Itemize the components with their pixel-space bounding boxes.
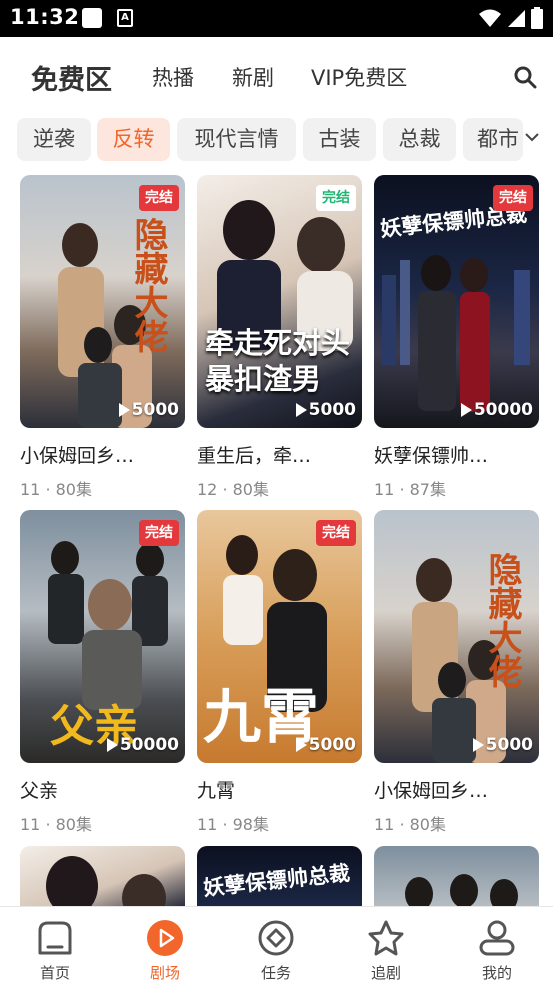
nav-tasks[interactable]: 任务 [221,907,331,984]
drama-meta: 11 · 80集 [20,480,92,499]
nav-label: 追剧 [370,964,401,982]
play-count: 5000 [295,400,356,420]
tab-free-zone[interactable]: 免费区 [31,58,112,97]
user-icon [479,920,515,956]
nav-label: 剧场 [149,964,180,982]
sim-icon: A [117,9,133,27]
drama-meta: 11 · 87集 [374,480,446,499]
wifi-icon [479,9,501,27]
drama-title: 小保姆回乡… [374,780,489,802]
tab-vip-free[interactable]: VIP免费区 [311,62,407,92]
chip-modern-romance[interactable]: 现代言情 [177,118,296,161]
bottom-nav-bar: 首页 剧场 任务 追剧 我的 [0,906,553,984]
chip-counterattack[interactable]: 逆袭 [17,118,91,161]
play-icon [460,403,472,417]
nav-home[interactable]: 首页 [0,907,110,984]
drama-meta: 12 · 80集 [197,480,269,499]
drama-poster[interactable]: 隐藏大佬 5000 [374,510,539,763]
drama-card[interactable]: 妖孽保镖帅总裁 完结 50000 妖孽保镖帅… 11 · 87集 [374,175,539,499]
drama-poster[interactable] [20,846,185,906]
play-count-value: 5000 [308,400,356,420]
play-count-value: 5000 [485,735,533,755]
drama-card[interactable] [20,846,185,906]
drama-meta: 11 · 98集 [197,815,269,834]
top-tab-bar: 免费区 热播 新剧 VIP免费区 [0,37,553,117]
chip-costume[interactable]: 古装 [303,118,376,161]
signal-icon [508,10,525,27]
drama-poster[interactable]: 妖孽保镖帅总裁 完结 50000 [374,175,539,428]
play-count: 50000 [460,400,533,420]
status-badge: 完结 [139,185,179,211]
drama-poster[interactable]: 九霄 完结 5000 [197,510,362,763]
drama-title: 九霄 [197,780,236,802]
play-count-value: 50000 [473,400,533,420]
play-count: 5000 [118,400,179,420]
drama-meta: 11 · 80集 [20,815,92,834]
poster-title-art: 隐藏大佬 [128,217,168,353]
play-icon [295,403,307,417]
drama-title: 妖孽保镖帅… [374,445,489,467]
tab-hot[interactable]: 热播 [152,62,194,92]
play-count-value: 50000 [119,735,179,755]
battery-icon [531,7,543,29]
drama-card[interactable]: 九霄 完结 5000 九霄 11 · 98集 [197,510,362,834]
star-icon [368,920,404,956]
theater-play-icon [147,920,183,956]
drama-card[interactable]: 妖孽保镖帅总裁 [197,846,362,906]
status-badge: 完结 [316,520,356,546]
nav-label: 我的 [481,964,512,982]
play-icon [472,738,484,752]
category-chip-bar: 逆袭 反转 现代言情 古装 总裁 都市 [0,118,553,162]
poster-art [405,874,518,906]
task-icon [258,920,294,956]
drama-card[interactable] [374,846,539,906]
drama-poster[interactable]: 妖孽保镖帅总裁 [197,846,362,906]
notification-icon [82,8,102,28]
drama-poster[interactable] [374,846,539,906]
status-badge: 完结 [139,520,179,546]
drama-meta: 11 · 80集 [374,815,446,834]
play-icon [295,738,307,752]
drama-card[interactable]: 隐藏大佬 5000 小保姆回乡… 11 · 80集 [374,510,539,834]
play-count: 5000 [472,735,533,755]
poster-title-art: 牵走死对头暴扣渣男 [205,326,351,396]
chip-ceo[interactable]: 总裁 [383,118,456,161]
status-bar: 11:32 A [0,0,553,37]
home-icon [38,921,72,955]
search-icon[interactable] [513,65,537,89]
play-count: 50000 [106,735,179,755]
chevron-down-icon[interactable] [523,128,541,146]
poster-title-art: 妖孽保镖帅总裁 [202,861,351,901]
nav-follow[interactable]: 追剧 [331,907,441,984]
tab-new-drama[interactable]: 新剧 [232,62,274,92]
nav-theater[interactable]: 剧场 [110,907,220,984]
drama-title: 重生后，牵… [197,445,312,467]
nav-profile[interactable]: 我的 [442,907,552,984]
status-time: 11:32 [10,5,80,29]
poster-title-art: 隐藏大佬 [482,552,522,688]
drama-title: 小保姆回乡… [20,445,135,467]
drama-card[interactable]: 牵走死对头暴扣渣男 完结 5000 重生后，牵… 12 · 80集 [197,175,362,499]
chip-urban[interactable]: 都市 [463,118,523,161]
drama-poster[interactable]: 牵走死对头暴扣渣男 完结 5000 [197,175,362,428]
poster-art [46,856,166,906]
play-icon [106,738,118,752]
status-badge: 完结 [316,185,356,211]
status-badge: 完结 [493,185,533,211]
play-icon [118,403,130,417]
drama-poster[interactable]: 父亲 完结 50000 [20,510,185,763]
drama-title: 父亲 [20,780,59,802]
nav-label: 任务 [260,964,291,982]
drama-poster[interactable]: 隐藏大佬 完结 5000 [20,175,185,428]
play-count: 5000 [295,735,356,755]
drama-card[interactable]: 隐藏大佬 完结 5000 小保姆回乡… 11 · 80集 [20,175,185,499]
nav-label: 首页 [39,964,70,982]
play-count-value: 5000 [308,735,356,755]
chip-reversal[interactable]: 反转 [97,118,170,161]
drama-card[interactable]: 父亲 完结 50000 父亲 11 · 80集 [20,510,185,834]
play-count-value: 5000 [131,400,179,420]
